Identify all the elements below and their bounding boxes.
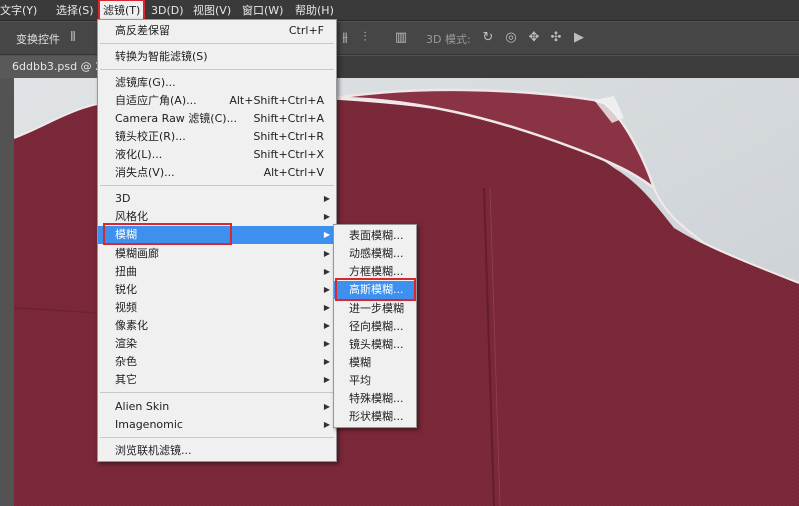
submenu-arrow-icon: ▶ <box>323 230 330 239</box>
3d-slide-icon[interactable]: ✣ <box>549 31 563 45</box>
menu-item-shape-blur[interactable]: 形状模糊... <box>334 408 416 426</box>
menu-item-distort[interactable]: 扭曲 ▶ <box>98 263 336 281</box>
submenu-arrow-icon: ▶ <box>323 212 330 221</box>
menu-item-video[interactable]: 视频 ▶ <box>98 299 336 317</box>
submenu-arrow-icon: ▶ <box>323 339 330 348</box>
menu-item-3d[interactable]: 3D ▶ <box>98 190 336 208</box>
menu-item-vanishing-point[interactable]: 消失点(V)... Alt+Ctrl+V <box>98 164 336 182</box>
menu-item-blur-more[interactable]: 进一步模糊 <box>334 300 416 318</box>
3d-orbit-icon[interactable]: ↻ <box>481 31 495 45</box>
menu-item-alien-skin[interactable]: Alien Skin ▶ <box>98 398 336 416</box>
menu-item-blur-gallery[interactable]: 模糊画廊 ▶ <box>98 245 336 263</box>
submenu-arrow-icon: ▶ <box>323 249 330 258</box>
menu-item-lens-correction[interactable]: 镜头校正(R)... Shift+Ctrl+R <box>98 128 336 146</box>
menu-filter[interactable]: 滤镜(T) <box>97 0 146 22</box>
document-tab[interactable]: 6ddbb3.psd @ 20 <box>0 56 110 78</box>
menu-item-adaptive-wide-angle[interactable]: 自适应广角(A)... Alt+Shift+Ctrl+A <box>98 92 336 110</box>
menu-item-filter-gallery[interactable]: 滤镜库(G)... <box>98 74 336 92</box>
menu-item-lens-blur[interactable]: 镜头模糊... <box>334 336 416 354</box>
menu-view[interactable]: 视图(V) <box>193 0 231 21</box>
3d-roll-icon[interactable]: ◎ <box>504 31 518 45</box>
menu-item-convert-smart-filter[interactable]: 转换为智能滤镜(S) <box>98 48 336 66</box>
menu-item-radial-blur[interactable]: 径向模糊... <box>334 318 416 336</box>
transform-controls-label[interactable]: 变换控件 <box>16 31 60 47</box>
align-icon[interactable]: ⫴ <box>66 31 80 45</box>
annotation-highlight-box <box>103 223 232 245</box>
3d-camera-icon[interactable]: ▶ <box>572 31 586 45</box>
3d-mode-label: 3D 模式: <box>426 33 471 46</box>
menu-separator <box>100 43 334 44</box>
align-center-icon[interactable]: ⫵ <box>338 31 352 45</box>
menu-item-sharpen[interactable]: 锐化 ▶ <box>98 281 336 299</box>
blur-submenu: 表面模糊... 动感模糊... 方框模糊... 高斯模糊... 进一步模糊 径向… <box>333 224 417 428</box>
menu-text[interactable]: 文字(Y) <box>0 0 37 21</box>
menu-window[interactable]: 窗口(W) <box>242 0 283 21</box>
submenu-arrow-icon: ▶ <box>323 321 330 330</box>
submenu-arrow-icon: ▶ <box>323 375 330 384</box>
menu-select[interactable]: 选择(S) <box>56 0 94 21</box>
menu-item-average[interactable]: 平均 <box>334 372 416 390</box>
submenu-arrow-icon: ▶ <box>323 303 330 312</box>
menu-item-blur[interactable]: 模糊 <box>334 354 416 372</box>
menu-item-motion-blur[interactable]: 动感模糊... <box>334 245 416 263</box>
menu-help[interactable]: 帮助(H) <box>295 0 334 21</box>
menu-item-other[interactable]: 其它 ▶ <box>98 371 336 389</box>
menu-separator <box>100 437 334 438</box>
submenu-arrow-icon: ▶ <box>323 420 330 429</box>
menu-item-noise[interactable]: 杂色 ▶ <box>98 353 336 371</box>
3d-pan-icon[interactable]: ✥ <box>527 31 541 45</box>
menu-bar: 文字(Y) 选择(S) 滤镜(T) 3D(D) 视图(V) 窗口(W) 帮助(H… <box>0 0 799 22</box>
menu-item-imagenomic[interactable]: Imagenomic ▶ <box>98 416 336 434</box>
menu-item-camera-raw[interactable]: Camera Raw 滤镜(C)... Shift+Ctrl+A <box>98 110 336 128</box>
menu-item-pixelate[interactable]: 像素化 ▶ <box>98 317 336 335</box>
menu-separator <box>100 69 334 70</box>
menu-separator <box>100 185 334 186</box>
menu-item-high-pass[interactable]: 高反差保留 Ctrl+F <box>98 22 336 40</box>
submenu-arrow-icon: ▶ <box>323 357 330 366</box>
distribute-icon[interactable]: ▥ <box>394 31 408 45</box>
menu-item-surface-blur[interactable]: 表面模糊... <box>334 227 416 245</box>
menu-item-liquify[interactable]: 液化(L)... Shift+Ctrl+X <box>98 146 336 164</box>
filter-menu: 高反差保留 Ctrl+F 转换为智能滤镜(S) 滤镜库(G)... 自适应广角(A… <box>97 19 337 462</box>
submenu-arrow-icon: ▶ <box>323 402 330 411</box>
menu-item-smart-blur[interactable]: 特殊模糊... <box>334 390 416 408</box>
submenu-arrow-icon: ▶ <box>323 267 330 276</box>
submenu-arrow-icon: ▶ <box>323 285 330 294</box>
annotation-highlight-box <box>335 278 416 301</box>
menu-item-browse-online-filters[interactable]: 浏览联机滤镜... <box>98 442 336 460</box>
submenu-arrow-icon: ▶ <box>323 194 330 203</box>
menu-separator <box>100 392 334 393</box>
menu-item-render[interactable]: 渲染 ▶ <box>98 335 336 353</box>
menu-3d[interactable]: 3D(D) <box>151 0 184 21</box>
align-bottom-icon[interactable]: ⫶ <box>358 31 372 45</box>
